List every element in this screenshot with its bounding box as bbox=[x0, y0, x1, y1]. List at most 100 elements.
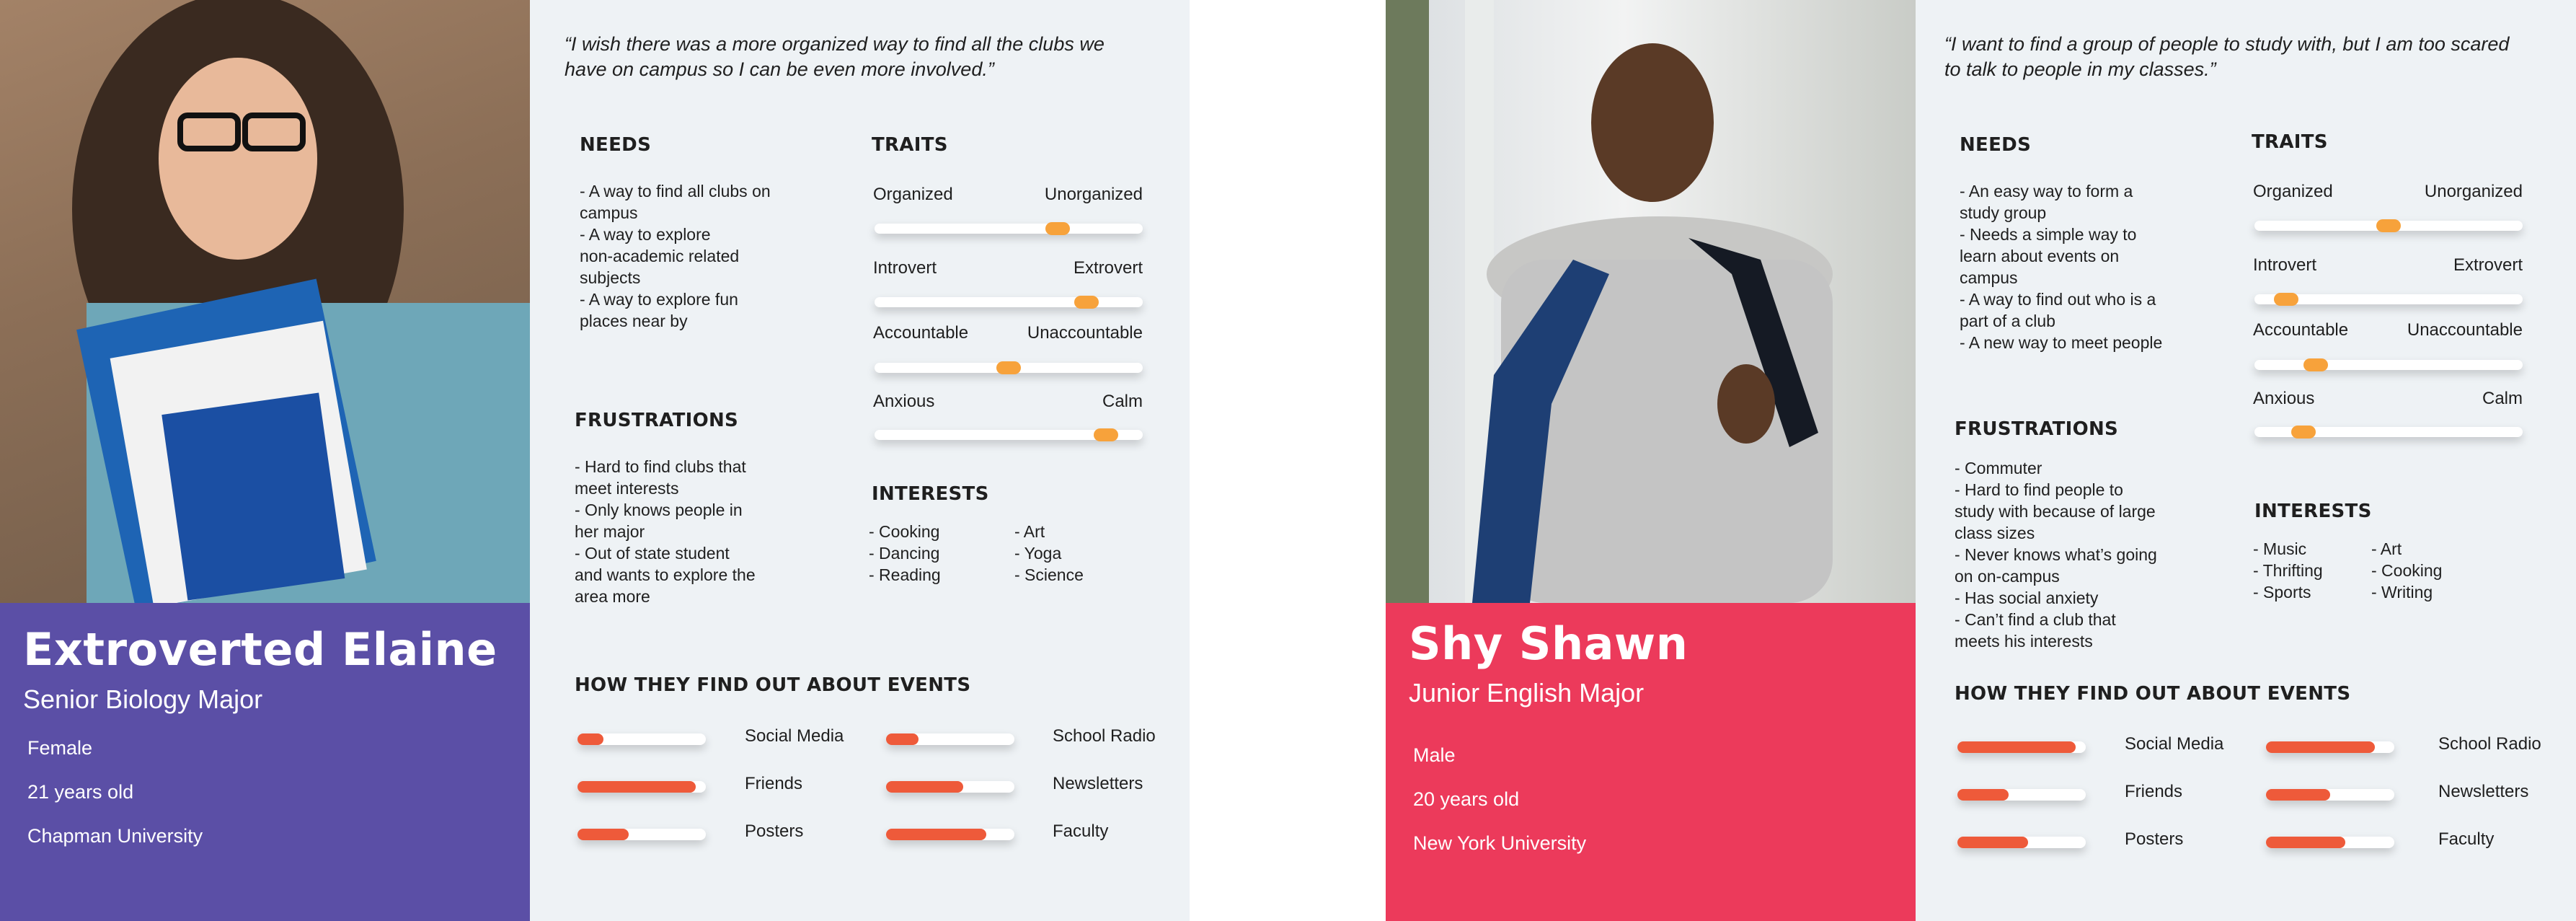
event-bar bbox=[2266, 789, 2394, 801]
frustrations-line: meets his interests bbox=[1955, 632, 2093, 651]
event-bar-fill bbox=[886, 781, 963, 793]
trait-slider-knob bbox=[2376, 219, 2401, 232]
needs-line: non-academic related bbox=[580, 247, 740, 265]
event-bar bbox=[1957, 837, 2086, 848]
event-label: Social Media bbox=[2125, 734, 2224, 754]
persona-card-elaine: Extroverted Elaine Senior Biology Major … bbox=[0, 0, 1190, 921]
frustrations-list: - Hard to find clubs that meet interests… bbox=[575, 456, 756, 607]
interest-item: - Dancing bbox=[869, 544, 940, 563]
trait-right-label: Unorganized bbox=[1044, 185, 1143, 204]
event-bar-fill bbox=[2266, 837, 2346, 848]
event-bar-fill bbox=[2266, 741, 2376, 753]
interests-heading: INTERESTS bbox=[872, 483, 989, 505]
interest-item: - Art bbox=[1014, 522, 1045, 541]
persona-card-shawn: Shy Shawn Junior English Major Male 20 y… bbox=[1386, 0, 2576, 921]
needs-line: subjects bbox=[580, 268, 641, 287]
frustrations-line: on on-campus bbox=[1955, 567, 2060, 586]
event-bar-fill bbox=[2266, 789, 2330, 801]
trait-right-label: Calm bbox=[2482, 389, 2523, 408]
event-bar bbox=[1957, 741, 2086, 753]
trait-right-label: Unaccountable bbox=[1027, 323, 1143, 343]
trait-left-label: Anxious bbox=[2253, 389, 2315, 408]
frustrations-line: study with because of large bbox=[1955, 502, 2156, 521]
identity-card: Shy Shawn Junior English Major Male 20 y… bbox=[1386, 603, 1916, 921]
needs-heading: NEEDS bbox=[580, 134, 652, 156]
trait-slider-knob bbox=[1045, 222, 1070, 235]
trait-slider-knob bbox=[2274, 293, 2299, 306]
event-bar-fill bbox=[577, 781, 696, 793]
event-label: Faculty bbox=[1053, 821, 1109, 841]
needs-line: - A way to find all clubs on bbox=[580, 182, 771, 200]
interest-item: - Cooking bbox=[2371, 561, 2443, 580]
interests-column: - Cooking - Dancing - Reading bbox=[869, 521, 941, 586]
trait-slider-knob bbox=[996, 361, 1021, 374]
frustrations-line: - Has social anxiety bbox=[1955, 589, 2099, 607]
event-bar-fill bbox=[886, 733, 919, 745]
needs-line: - An easy way to form a bbox=[1960, 182, 2133, 200]
event-bar-fill bbox=[1957, 789, 2009, 801]
needs-line: campus bbox=[580, 203, 638, 222]
trait-slider bbox=[2254, 219, 2523, 232]
interest-item: - Thrifting bbox=[2253, 561, 2323, 580]
needs-list: - A way to find all clubs on campus - A … bbox=[580, 180, 771, 332]
frustrations-line: her major bbox=[575, 522, 645, 541]
needs-line: - A way to explore bbox=[580, 225, 711, 244]
identity-card: Extroverted Elaine Senior Biology Major … bbox=[0, 603, 530, 921]
traits-heading: TRAITS bbox=[2252, 131, 2328, 153]
needs-line: campus bbox=[1960, 268, 2018, 287]
portrait-photo-icon bbox=[72, 0, 530, 603]
trait-slider bbox=[875, 428, 1143, 441]
trait-slider-knob bbox=[2303, 358, 2328, 371]
trait-left-label: Anxious bbox=[873, 392, 935, 411]
event-bar bbox=[886, 733, 1014, 745]
event-bar-fill bbox=[1957, 837, 2028, 848]
trait-left-label: Organized bbox=[2253, 182, 2333, 201]
needs-heading: NEEDS bbox=[1960, 134, 2032, 156]
frustrations-list: - Commuter - Hard to find people to stud… bbox=[1955, 457, 2157, 652]
event-bar bbox=[577, 781, 706, 793]
persona-university: Chapman University bbox=[27, 825, 203, 847]
portrait-photo bbox=[1386, 0, 1916, 603]
persona-role: Junior English Major bbox=[1409, 678, 1645, 708]
event-bar bbox=[577, 829, 706, 840]
trait-right-label: Extrovert bbox=[2453, 255, 2523, 275]
frustrations-heading: FRUSTRATIONS bbox=[575, 410, 739, 431]
trait-slider bbox=[2254, 293, 2523, 306]
needs-line: - A new way to meet people bbox=[1960, 333, 2163, 352]
trait-left-label: Introvert bbox=[873, 258, 937, 278]
persona-gender: Male bbox=[1413, 744, 1456, 766]
needs-line: study group bbox=[1960, 203, 2047, 222]
needs-line: - A way to find out who is a bbox=[1960, 290, 2156, 309]
frustrations-line: - Can’t find a club that bbox=[1955, 610, 2116, 629]
event-label: Friends bbox=[745, 774, 803, 793]
frustrations-line: class sizes bbox=[1955, 524, 2035, 542]
interests-heading: INTERESTS bbox=[2254, 501, 2372, 522]
trait-slider bbox=[875, 296, 1143, 309]
interest-item: - Reading bbox=[869, 565, 941, 584]
frustrations-line: area more bbox=[575, 587, 650, 606]
frustrations-line: - Hard to find clubs that bbox=[575, 457, 746, 476]
interest-item: - Science bbox=[1014, 565, 1084, 584]
trait-right-label: Calm bbox=[1102, 392, 1143, 411]
trait-left-label: Introvert bbox=[2253, 255, 2317, 275]
event-bar bbox=[2266, 837, 2394, 848]
frustrations-line: - Never knows what’s going bbox=[1955, 545, 2157, 564]
frustrations-line: - Out of state student bbox=[575, 544, 730, 563]
event-label: Newsletters bbox=[2438, 782, 2529, 801]
event-label: School Radio bbox=[1053, 726, 1156, 746]
trait-slider-knob bbox=[1074, 296, 1099, 309]
trait-right-label: Unaccountable bbox=[2407, 320, 2523, 340]
event-bar bbox=[886, 829, 1014, 840]
interest-item: - Cooking bbox=[869, 522, 940, 541]
event-label: School Radio bbox=[2438, 734, 2541, 754]
interest-item: - Yoga bbox=[1014, 544, 1062, 563]
persona-quote: “I want to find a group of people to stu… bbox=[1944, 33, 2510, 80]
needs-line: learn about events on bbox=[1960, 247, 2120, 265]
event-label: Social Media bbox=[745, 726, 844, 746]
interest-item: - Music bbox=[2253, 539, 2307, 558]
event-bar-fill bbox=[1957, 741, 2076, 753]
persona-details: “I want to find a group of people to stu… bbox=[1916, 0, 2576, 921]
event-bar bbox=[577, 733, 706, 745]
trait-left-label: Organized bbox=[873, 185, 953, 204]
trait-slider bbox=[875, 222, 1143, 235]
